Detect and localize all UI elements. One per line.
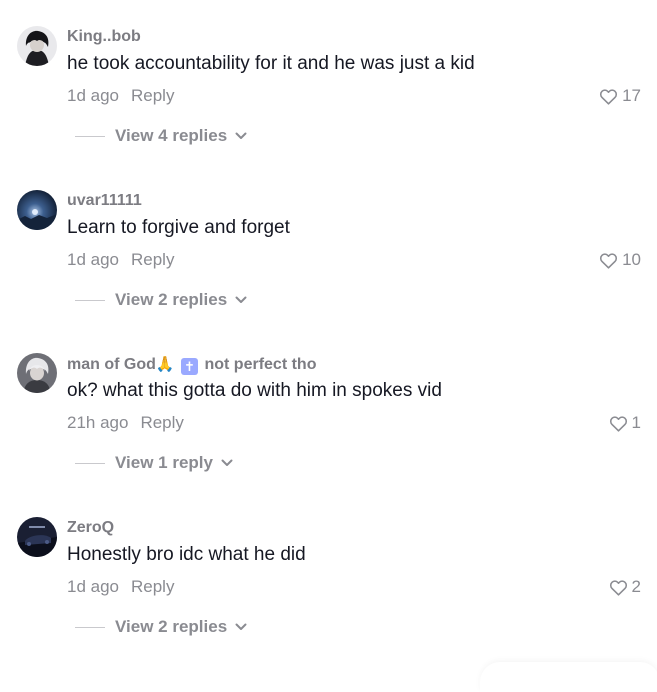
username[interactable]: ZeroQ (67, 519, 114, 537)
cross-emoji: ✝ (181, 358, 199, 375)
like-count: 17 (622, 86, 641, 105)
divider-line (75, 135, 105, 137)
comment-text: he took accountability for it and he was… (67, 53, 475, 74)
username[interactable]: King..bob (67, 28, 141, 46)
view-replies-label: View 1 reply (115, 453, 213, 472)
comment-meta: 1d ago Reply (67, 250, 174, 270)
reply-button[interactable]: Reply (131, 250, 174, 269)
avatar[interactable] (17, 353, 57, 393)
heart-outline-icon (609, 415, 627, 432)
like-button[interactable]: 10 (599, 250, 641, 270)
like-count: 2 (631, 577, 641, 596)
like-button[interactable]: 1 (609, 413, 641, 433)
reply-button[interactable]: Reply (131, 577, 174, 596)
username-suffix: not perfect tho (204, 356, 317, 373)
comment-text: Honestly bro idc what he did (67, 544, 306, 565)
comment-meta: 1d ago Reply (67, 86, 174, 106)
comment-meta: 21h ago Reply (67, 413, 184, 433)
like-count: 1 (631, 413, 641, 432)
heart-outline-icon (600, 88, 618, 105)
reply-button[interactable]: Reply (131, 86, 174, 105)
username[interactable]: uvar11111 (67, 192, 142, 210)
username-prefix: man of God (67, 356, 156, 373)
chevron-down-icon (235, 132, 247, 139)
timestamp: 1d ago (67, 86, 119, 105)
reply-button[interactable]: Reply (140, 413, 183, 432)
comment-item: ZeroQ Honestly bro idc what he did 1d ag… (0, 517, 657, 677)
username[interactable]: man of God🙏 ✝ not perfect tho (67, 355, 316, 375)
view-replies-button[interactable]: View 2 replies (75, 290, 247, 310)
heart-outline-icon (609, 579, 627, 596)
like-button[interactable]: 2 (609, 577, 641, 597)
comment-item: man of God🙏 ✝ not perfect tho ok? what t… (0, 353, 657, 513)
view-replies-button[interactable]: View 4 replies (75, 126, 247, 146)
like-button[interactable]: 17 (599, 86, 641, 106)
comment-item: uvar11111 Learn to forgive and forget 1d… (0, 190, 657, 350)
like-count: 10 (622, 250, 641, 269)
comment-item: King..bob he took accountability for it … (0, 26, 657, 186)
avatar[interactable] (17, 26, 57, 66)
bottom-panel-edge (480, 662, 657, 692)
comment-meta: 1d ago Reply (67, 577, 174, 597)
view-replies-button[interactable]: View 2 replies (75, 617, 247, 637)
view-replies-label: View 2 replies (115, 617, 228, 636)
heart-outline-icon (600, 252, 618, 269)
view-replies-label: View 2 replies (115, 290, 228, 309)
avatar[interactable] (17, 190, 57, 230)
divider-line (75, 299, 105, 301)
view-replies-label: View 4 replies (115, 126, 228, 145)
comment-text: ok? what this gotta do with him in spoke… (67, 380, 442, 401)
divider-line (75, 462, 105, 464)
chevron-down-icon (221, 459, 233, 466)
avatar[interactable] (17, 517, 57, 557)
chevron-down-icon (235, 623, 247, 630)
view-replies-button[interactable]: View 1 reply (75, 453, 233, 473)
timestamp: 1d ago (67, 577, 119, 596)
timestamp: 1d ago (67, 250, 119, 269)
timestamp: 21h ago (67, 413, 129, 432)
comment-text: Learn to forgive and forget (67, 217, 290, 238)
pray-emoji: 🙏 (155, 356, 175, 373)
chevron-down-icon (235, 296, 247, 303)
divider-line (75, 626, 105, 628)
